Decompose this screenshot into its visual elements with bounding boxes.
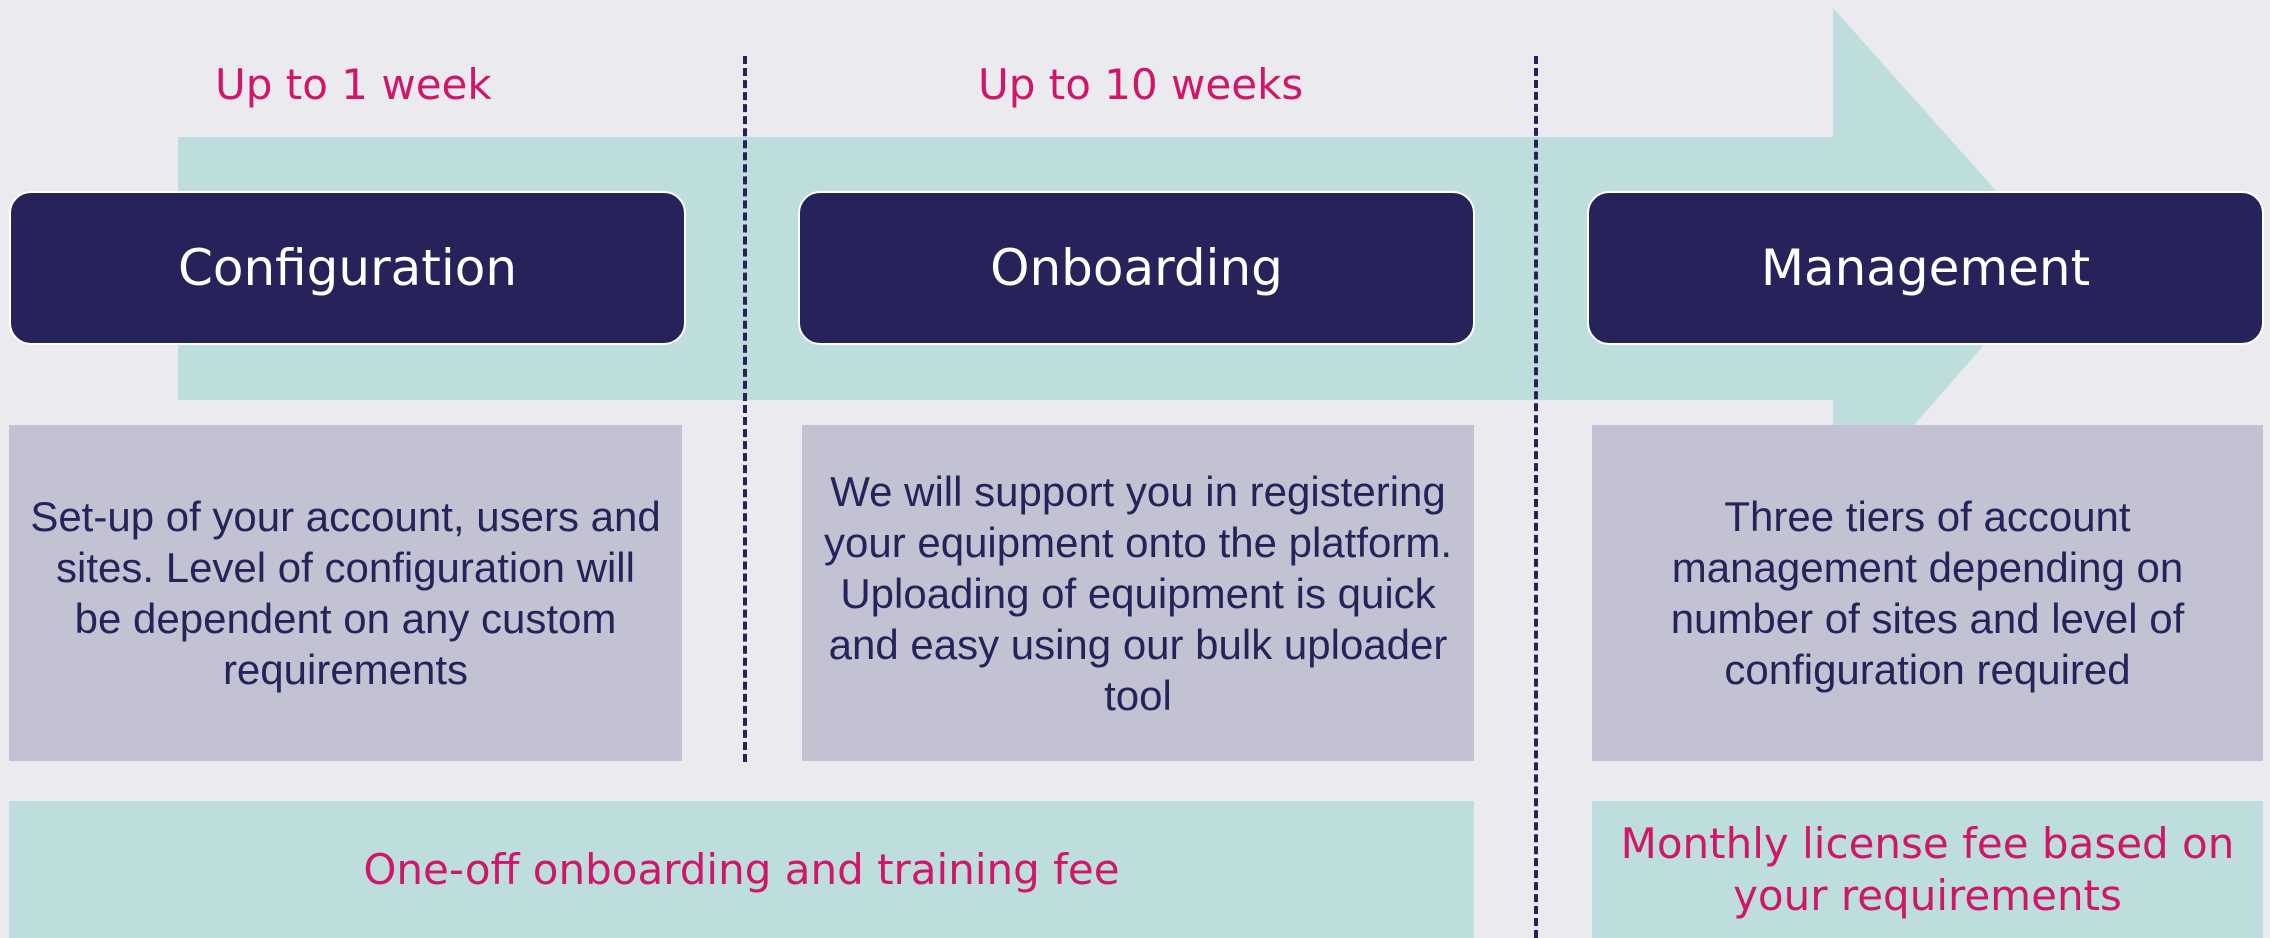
phase-management: Management [1587,191,2264,345]
description-text: Set-up of your account, users and sites.… [30,493,661,693]
phase-title: Onboarding [990,239,1283,297]
description-text: Three tiers of account management depend… [1670,493,2185,693]
fee-text: Monthly license fee based on your requir… [1620,818,2235,920]
fee-text: One-off onboarding and training fee [363,844,1120,894]
fee-one-off: One-off onboarding and training fee [9,801,1474,938]
phase-configuration: Configuration [9,191,686,345]
phase-divider [1534,56,1538,938]
phase-title: Management [1760,239,2091,297]
duration-label-onboarding: Up to 10 weeks [978,60,1304,109]
description-onboarding: We will support you in registering your … [802,425,1474,761]
description-text: We will support you in registering your … [823,467,1453,719]
description-management: Three tiers of account management depend… [1592,425,2263,761]
phase-title: Configuration [177,239,518,297]
duration-label-configuration: Up to 1 week [215,60,492,109]
phase-onboarding: Onboarding [798,191,1475,345]
description-configuration: Set-up of your account, users and sites.… [9,425,682,761]
phase-divider [743,56,747,762]
fee-monthly: Monthly license fee based on your requir… [1592,801,2263,938]
